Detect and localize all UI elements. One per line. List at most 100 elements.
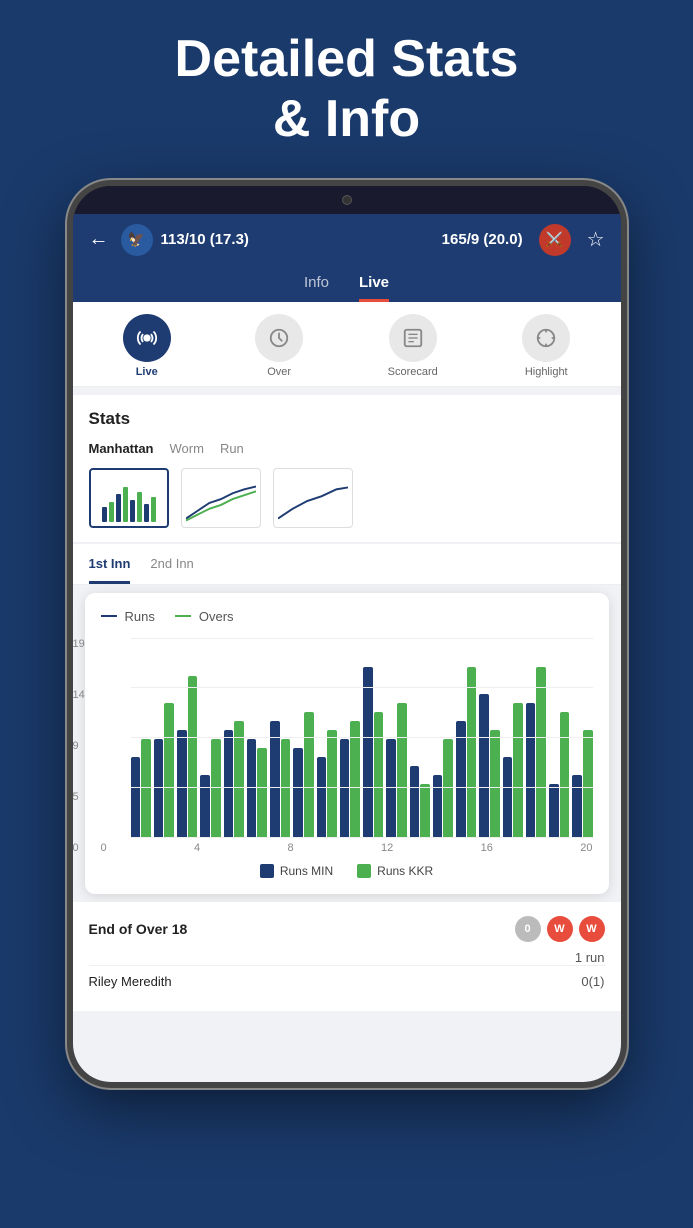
blue-bar-6: [270, 721, 280, 838]
phone-mockup: ← 🦅 113/10 (17.3) 165/9 (20.0) ⚔️ ☆ Info…: [0, 180, 693, 1088]
blue-bar-1: [154, 739, 164, 838]
run-thumb[interactable]: [273, 468, 353, 528]
stats-title: Stats: [89, 409, 605, 429]
player-name: Riley Meredith: [89, 974, 172, 989]
blue-bar-9: [340, 739, 350, 838]
manhattan-chart-card: Runs Overs 19 14 9: [85, 593, 609, 894]
page-header: Detailed Stats & Info: [0, 0, 693, 170]
green-bar-16: [513, 703, 523, 838]
bar-chart-area: [131, 638, 593, 838]
chart-type-run[interactable]: Run: [220, 441, 244, 456]
chart-type-tabs: Manhattan Worm Run: [89, 441, 605, 456]
over-icon-circle: [255, 314, 303, 362]
green-bar-2: [188, 676, 198, 838]
green-bar-11: [397, 703, 407, 838]
blue-bar-17: [526, 703, 536, 838]
highlight-icon-circle: [522, 314, 570, 362]
bar-group-14: [456, 667, 476, 838]
badge-w1: W: [547, 916, 573, 942]
bar-group-16: [503, 703, 523, 838]
bar-group-18: [549, 712, 569, 838]
green-bar-15: [490, 730, 500, 838]
bar-chart-wrapper: 19 14 9 5 0: [101, 638, 593, 854]
green-bar-6: [281, 739, 291, 838]
icon-tab-over[interactable]: Over: [255, 314, 303, 378]
bar-group-6: [270, 721, 290, 838]
bar-group-13: [433, 739, 453, 838]
bar-group-11: [386, 703, 406, 838]
live-tab-label: Live: [136, 366, 158, 378]
bar-group-2: [177, 676, 197, 838]
blue-bar-13: [433, 775, 443, 838]
bar-group-12: [410, 766, 430, 838]
main-area: Live Over: [73, 302, 621, 1082]
x-axis: 0 4 8 12 16 20: [101, 842, 593, 854]
blue-bar-18: [549, 784, 559, 838]
bar-group-0: [131, 739, 151, 838]
blue-bar-11: [386, 739, 396, 838]
player-score: 0(1): [581, 974, 604, 989]
chart-type-manhattan[interactable]: Manhattan: [89, 441, 154, 456]
scorecard-tab-label: Scorecard: [388, 366, 438, 378]
blue-bar-3: [200, 775, 210, 838]
bar-group-1: [154, 703, 174, 838]
favorite-button[interactable]: ☆: [587, 227, 605, 252]
manhattan-thumb[interactable]: [89, 468, 169, 528]
blue-bar-0: [131, 757, 141, 838]
green-bar-4: [234, 721, 244, 838]
worm-thumb[interactable]: [181, 468, 261, 528]
green-bar-12: [420, 784, 430, 838]
page-title: Detailed Stats & Info: [20, 30, 673, 150]
back-button[interactable]: ←: [89, 228, 109, 251]
tab-live[interactable]: Live: [359, 274, 389, 302]
inn-tab-2nd[interactable]: 2nd Inn: [150, 556, 193, 584]
green-bar-14: [467, 667, 477, 838]
blue-bar-8: [317, 757, 327, 838]
green-bar-0: [141, 739, 151, 838]
green-bar-18: [560, 712, 570, 838]
green-bar-19: [583, 730, 593, 838]
blue-bar-5: [247, 739, 257, 838]
team1-score: 113/10 (17.3): [161, 231, 434, 248]
score-bar: ← 🦅 113/10 (17.3) 165/9 (20.0) ⚔️ ☆: [73, 214, 621, 266]
tab-info[interactable]: Info: [304, 274, 329, 302]
blue-bar-2: [177, 730, 187, 838]
green-bar-9: [350, 721, 360, 838]
over-badges: 0 W W: [515, 916, 605, 942]
camera-notch: [342, 195, 352, 205]
bar-group-10: [363, 667, 383, 838]
green-bar-1: [164, 703, 174, 838]
over-card: End of Over 18 0 W W 1 run Riley Meredit…: [73, 902, 621, 1011]
chart-type-worm[interactable]: Worm: [170, 441, 204, 456]
inn-tab-1st[interactable]: 1st Inn: [89, 556, 131, 584]
icon-tab-highlight[interactable]: Highlight: [522, 314, 570, 378]
over-header: End of Over 18 0 W W: [89, 916, 605, 942]
bar-group-19: [572, 730, 592, 838]
badge-w2: W: [579, 916, 605, 942]
stats-section: Stats Manhattan Worm Run: [73, 395, 621, 542]
chart-legend-row: Runs Overs: [101, 609, 593, 624]
icon-tab-live[interactable]: Live: [123, 314, 171, 378]
phone-frame: ← 🦅 113/10 (17.3) 165/9 (20.0) ⚔️ ☆ Info…: [67, 180, 627, 1088]
runs-legend: Runs: [101, 609, 155, 624]
icon-tabs: Live Over: [73, 302, 621, 387]
bar-group-8: [317, 730, 337, 838]
blue-bar-14: [456, 721, 466, 838]
bar-group-7: [293, 712, 313, 838]
bar-group-5: [247, 739, 267, 838]
green-bar-5: [257, 748, 267, 838]
highlight-tab-label: Highlight: [525, 366, 568, 378]
chart-legend-bottom: Runs MIN Runs KKR: [101, 864, 593, 878]
blue-bar-7: [293, 748, 303, 838]
green-bar-3: [211, 739, 221, 838]
over-runs: 1 run: [89, 950, 605, 965]
app-content: ← 🦅 113/10 (17.3) 165/9 (20.0) ⚔️ ☆ Info…: [73, 214, 621, 1082]
phone-notch: [73, 186, 621, 214]
scorecard-icon-circle: [389, 314, 437, 362]
y-axis: 19 14 9 5 0: [73, 638, 85, 854]
team2-logo: ⚔️: [539, 224, 571, 256]
bar-group-15: [479, 694, 499, 838]
blue-bar-16: [503, 757, 513, 838]
icon-tab-scorecard[interactable]: Scorecard: [388, 314, 438, 378]
green-bar-10: [374, 712, 384, 838]
